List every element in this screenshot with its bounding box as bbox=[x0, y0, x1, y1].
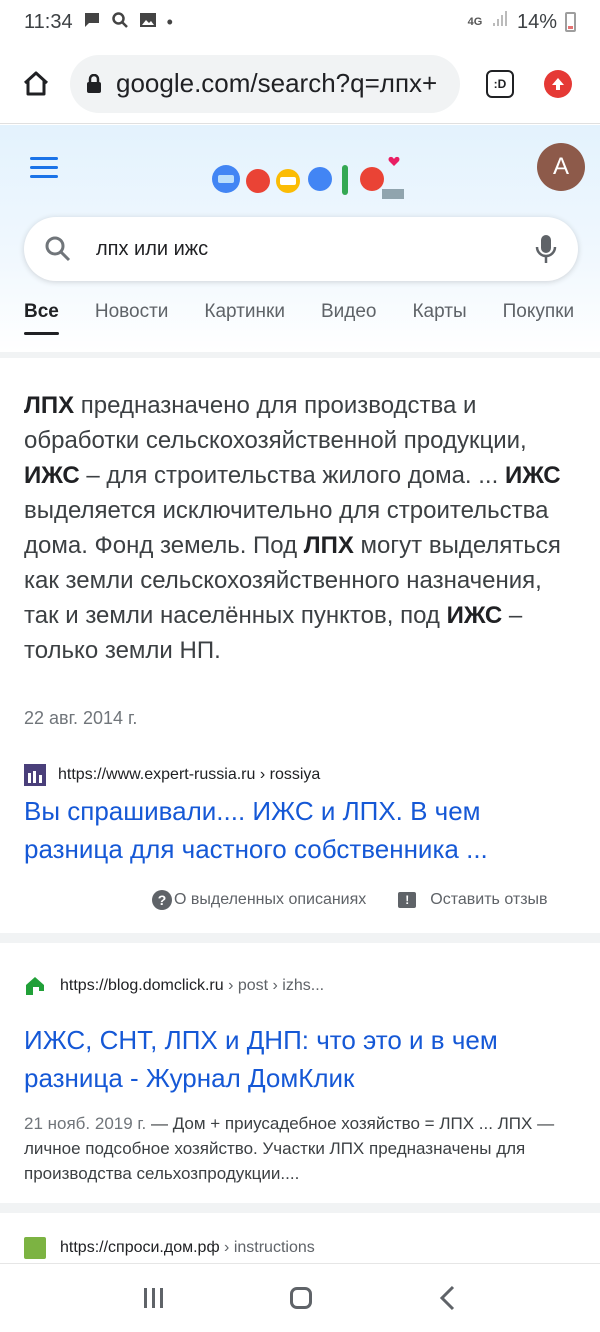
feedback-icon[interactable]: ! bbox=[398, 892, 417, 908]
tab-switcher-button[interactable]: :D bbox=[486, 69, 514, 98]
snippet-text: – для строительства жилого дома. ... bbox=[79, 462, 505, 489]
featured-snippet-text: ЛПХ предназначено для производства и обр… bbox=[24, 388, 564, 668]
snippet-highlight: ИЖС bbox=[24, 462, 80, 489]
tab-images[interactable]: Картинки bbox=[204, 301, 285, 323]
tab-news[interactable]: Новости bbox=[95, 301, 169, 323]
help-icon[interactable]: ? bbox=[152, 890, 172, 910]
arrow-up-icon bbox=[552, 77, 564, 90]
recent-apps-button[interactable] bbox=[143, 1288, 163, 1308]
source-path: › instructions bbox=[219, 1239, 315, 1256]
domclick-favicon-icon bbox=[26, 977, 44, 995]
hamburger-menu-icon[interactable] bbox=[30, 157, 58, 179]
search-input[interactable]: лпх или ижс bbox=[96, 238, 534, 261]
back-icon[interactable] bbox=[439, 1285, 457, 1311]
chat-notification-icon bbox=[83, 11, 101, 34]
snippet-feedback-row: ? О выделенных описаниях ! Оставить отзы… bbox=[152, 890, 548, 910]
snippet-highlight: ИЖС bbox=[446, 602, 503, 629]
status-bar: 11:34 • 4G 14% bbox=[0, 0, 600, 44]
signal-icon bbox=[491, 10, 509, 34]
update-button[interactable] bbox=[544, 69, 572, 98]
search-result: https://blog.domclick.ru › post › izhs..… bbox=[0, 933, 600, 1203]
result-description: 21 нояб. 2019 г. — Дом + приусадебное хо… bbox=[24, 1111, 572, 1186]
lock-icon bbox=[87, 73, 101, 93]
tab-all[interactable]: Все bbox=[24, 301, 59, 335]
result-source[interactable]: https://blog.domclick.ru › post › izhs..… bbox=[24, 975, 324, 997]
google-header: A лпх или ижс Все Новости Картинки Видео… bbox=[0, 125, 600, 352]
search-tabs: Все Новости Картинки Видео Карты Покупки bbox=[0, 301, 600, 341]
home-icon bbox=[23, 71, 49, 95]
result-date: 21 нояб. 2019 г. bbox=[24, 1114, 147, 1133]
status-time: 11:34 bbox=[24, 10, 73, 33]
battery-icon bbox=[565, 12, 576, 32]
tab-maps[interactable]: Карты bbox=[412, 301, 466, 323]
source-domain: https://blog.domclick.ru bbox=[60, 977, 224, 994]
address-bar[interactable]: google.com/search?q=лпх+ bbox=[70, 54, 460, 113]
search-box[interactable]: лпх или ижс bbox=[24, 217, 578, 281]
browser-toolbar: google.com/search?q=лпх+ :D bbox=[0, 44, 600, 124]
result-title-link[interactable]: ИЖС, СНТ, ЛПХ и ДНП: что это и в чем раз… bbox=[24, 1021, 574, 1097]
domrf-favicon-icon bbox=[24, 1237, 46, 1259]
home-button[interactable] bbox=[16, 64, 56, 104]
source-url: https://www.expert-russia.ru › rossiya bbox=[58, 766, 321, 783]
result-title-link[interactable]: Вы спрашивали.... ИЖС и ЛПХ. В чем разни… bbox=[24, 792, 574, 868]
search-icon bbox=[45, 236, 71, 262]
microphone-icon[interactable] bbox=[534, 233, 558, 265]
dot-icon: • bbox=[166, 11, 173, 32]
source-domain: https://спроси.дом.рф bbox=[60, 1239, 220, 1256]
source-path: › post › izhs... bbox=[223, 977, 325, 994]
search-result: https://спроси.дом.рф › instructions bbox=[0, 1203, 600, 1263]
snippet-text: предназначено для производства и обработ… bbox=[24, 392, 527, 454]
snippet-highlight: ЛПХ bbox=[303, 532, 354, 559]
snippet-date: 22 авг. 2014 г. bbox=[24, 708, 138, 728]
system-navigation-bar bbox=[0, 1263, 600, 1332]
result-source[interactable]: https://спроси.дом.рф › instructions bbox=[24, 1237, 315, 1259]
featured-snippet-card: ЛПХ предназначено для производства и обр… bbox=[0, 352, 600, 933]
result-source[interactable]: https://www.expert-russia.ru › rossiya bbox=[24, 764, 320, 786]
tab-shopping[interactable]: Покупки bbox=[503, 301, 574, 323]
google-doodle-logo[interactable] bbox=[196, 155, 408, 205]
feedback-link[interactable]: Оставить отзыв bbox=[430, 891, 547, 909]
network-indicator: 4G bbox=[467, 16, 483, 28]
account-avatar[interactable]: A bbox=[537, 143, 585, 191]
image-notification-icon bbox=[139, 11, 157, 34]
home-nav-button[interactable] bbox=[289, 1287, 312, 1309]
snippet-highlight: ИЖС bbox=[504, 462, 561, 489]
about-snippets-link[interactable]: О выделенных описаниях bbox=[174, 891, 366, 909]
snippet-highlight: ЛПХ bbox=[24, 392, 75, 419]
search-notification-icon bbox=[111, 11, 129, 34]
expert-russia-favicon-icon bbox=[24, 764, 46, 786]
tab-video[interactable]: Видео bbox=[321, 301, 377, 323]
url-text: google.com/search?q=лпх+ bbox=[116, 68, 438, 98]
battery-percent: 14% bbox=[516, 10, 557, 33]
